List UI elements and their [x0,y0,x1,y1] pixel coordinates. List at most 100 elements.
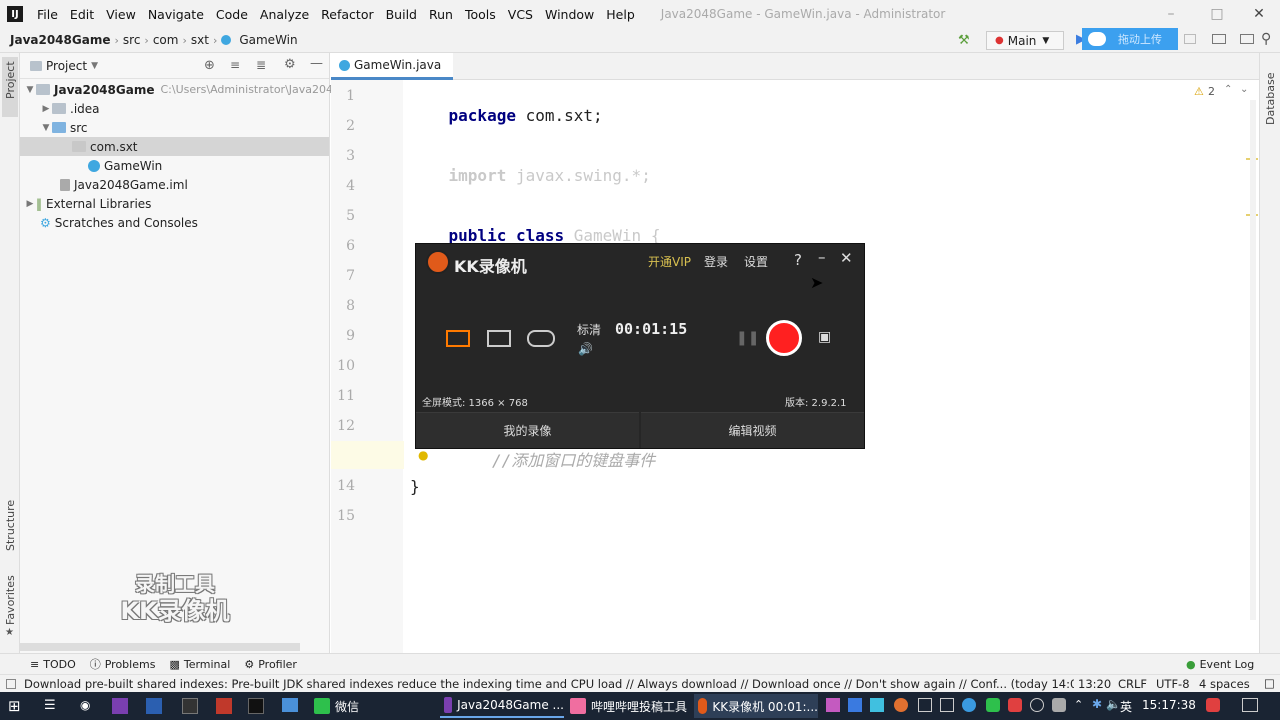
tray-app-icon[interactable] [826,698,840,712]
edit-video-button[interactable]: 编辑视频 [641,412,864,448]
game-mode-icon[interactable] [527,330,555,347]
fullscreen-mode-icon[interactable] [446,330,470,347]
chevron-down-icon[interactable]: ▼ [91,61,98,71]
breadcrumb-sxt[interactable]: sxt [187,33,213,47]
todo-tool-button[interactable]: ≡ TODO [30,658,76,671]
onenote-icon[interactable] [112,698,128,714]
region-mode-icon[interactable] [487,330,511,347]
app-icon[interactable] [216,698,232,714]
project-stripe-label[interactable]: Project [4,61,17,99]
task-view-icon[interactable]: ☰ [44,698,56,713]
expand-all-icon[interactable]: ≡ [230,58,240,72]
hide-panel-icon[interactable]: — [310,56,323,71]
notifications-icon[interactable] [1242,698,1258,712]
lightbulb-icon[interactable]: ● [418,448,428,462]
tab-gamewin-java[interactable]: GameWin.java [331,53,454,80]
system-clock[interactable]: 15:17:38 [1142,698,1196,712]
volume-icon[interactable]: 🔊 [578,342,593,356]
taskbar-kk-recorder[interactable]: KK录像机 00:01:... [694,694,818,718]
build-hammer-icon[interactable]: ⚒ [958,33,970,48]
taskbar-bilibili[interactable]: 哔哩哔哩投稿工具 [566,694,692,718]
locate-icon[interactable]: ⊕ [204,58,215,73]
tree-item-idea[interactable]: ▶ .idea [40,99,100,118]
breadcrumb-gamewin[interactable]: GameWin [235,33,301,47]
file-encoding[interactable]: UTF-8 [1156,677,1190,691]
profiler-tool-button[interactable]: ⚙ Profiler [244,658,297,671]
menu-view[interactable]: View [100,7,142,22]
word-icon[interactable] [146,698,162,714]
taskbar-intellij[interactable]: Java2048Game ... [440,694,564,718]
browser-icon[interactable]: ◉ [80,698,90,712]
my-recordings-button[interactable]: 我的录像 [416,412,639,448]
favorites-stripe-label[interactable]: Favorites [4,575,17,625]
breadcrumb-project[interactable]: Java2048Game [6,33,114,47]
menu-run[interactable]: Run [423,7,459,22]
menu-vcs[interactable]: VCS [502,7,539,22]
intellij-taskbar-icon[interactable] [248,698,264,714]
warning-icon[interactable]: ⚠ [1194,85,1204,98]
tree-item-com-sxt[interactable]: com.sxt [20,137,329,156]
event-log-button[interactable]: ● Event Log [1186,658,1254,671]
lock-icon[interactable]: □ [1264,676,1275,690]
tray-app-icon[interactable] [962,698,976,712]
windows-start-icon[interactable]: ⊞ [8,697,21,715]
vertical-scrollbar[interactable] [1250,100,1256,620]
breadcrumb-src[interactable]: src [119,33,145,47]
close-icon[interactable]: ✕ [840,249,853,267]
minimize-icon[interactable]: – [818,248,826,266]
tray-app-icon[interactable] [918,698,932,712]
chevron-up-icon[interactable]: ⌃ [1074,698,1083,711]
minimize-icon[interactable]: – [1148,0,1194,28]
volume-icon[interactable]: 🔈 [1106,697,1121,711]
bluetooth-icon[interactable]: ✱ [1092,697,1102,711]
maximize-icon[interactable]: □ [1194,0,1240,28]
tray-app-icon[interactable] [848,698,862,712]
tree-item-src[interactable]: ▼ src [40,118,88,137]
tray-app-icon[interactable] [1206,698,1220,712]
run-config-selector[interactable]: ● Main ▼ [986,31,1064,50]
indent-setting[interactable]: 4 spaces [1199,677,1250,691]
caret-position[interactable]: 13:20 [1078,677,1111,691]
database-stripe-label[interactable]: Database [1264,73,1277,126]
menu-tools[interactable]: Tools [459,7,502,22]
tree-item-external-libraries[interactable]: ▶ ‖ External Libraries [24,194,152,213]
close-window-icon[interactable]: ✕ [1236,0,1280,28]
status-toggle-icon[interactable] [6,678,16,689]
settings-link[interactable]: 设置 [744,253,768,270]
tree-item-iml[interactable]: Java2048Game.iml [60,175,188,194]
tray-app-icon[interactable] [1008,698,1022,712]
menu-file[interactable]: File [31,7,64,22]
terminal-tool-button[interactable]: ▩ Terminal [169,658,230,671]
menu-edit[interactable]: Edit [64,7,100,22]
chevron-up-icon[interactable]: ⌃ [1224,84,1232,95]
gear-icon[interactable]: ⚙ [284,57,296,72]
tree-item-project-root[interactable]: ▼ Java2048Game C:\Users\Administrator\Ja… [24,80,340,99]
chevron-down-icon[interactable]: ⌄ [1240,84,1248,95]
project-panel-title[interactable]: Project [46,59,87,73]
horizontal-scrollbar[interactable] [20,643,300,651]
menu-help[interactable]: Help [600,7,641,22]
menu-refactor[interactable]: Refactor [315,7,379,22]
search-icon[interactable]: ⚲ [1261,31,1271,47]
collapse-all-icon[interactable]: ≣ [256,58,266,72]
line-separator[interactable]: CRLF [1118,677,1147,691]
warning-count[interactable]: 2 [1208,85,1215,98]
app-icon[interactable] [182,698,198,714]
menu-build[interactable]: Build [380,7,423,22]
menu-code[interactable]: Code [210,7,254,22]
status-message[interactable]: Download pre-built shared indexes: Pre-b… [24,677,1074,691]
project-structure-icon[interactable] [1212,34,1226,44]
tray-app-icon[interactable] [986,698,1000,712]
layout-icon[interactable] [1184,34,1196,44]
record-button[interactable] [766,320,802,356]
breadcrumb-com[interactable]: com [149,33,183,47]
pause-icon[interactable]: ❚❚ [736,330,759,346]
tree-item-gamewin[interactable]: GameWin [88,156,162,175]
menu-navigate[interactable]: Navigate [142,7,210,22]
taskbar-wechat[interactable]: 微信 [310,694,438,718]
tray-app-icon[interactable] [1052,698,1066,712]
window-layout-icon[interactable] [1240,34,1254,44]
upload-badge[interactable]: 拖动上传 [1082,28,1178,50]
tray-app-icon[interactable] [1030,698,1044,712]
problems-tool-button[interactable]: ⓘ Problems [90,656,156,672]
